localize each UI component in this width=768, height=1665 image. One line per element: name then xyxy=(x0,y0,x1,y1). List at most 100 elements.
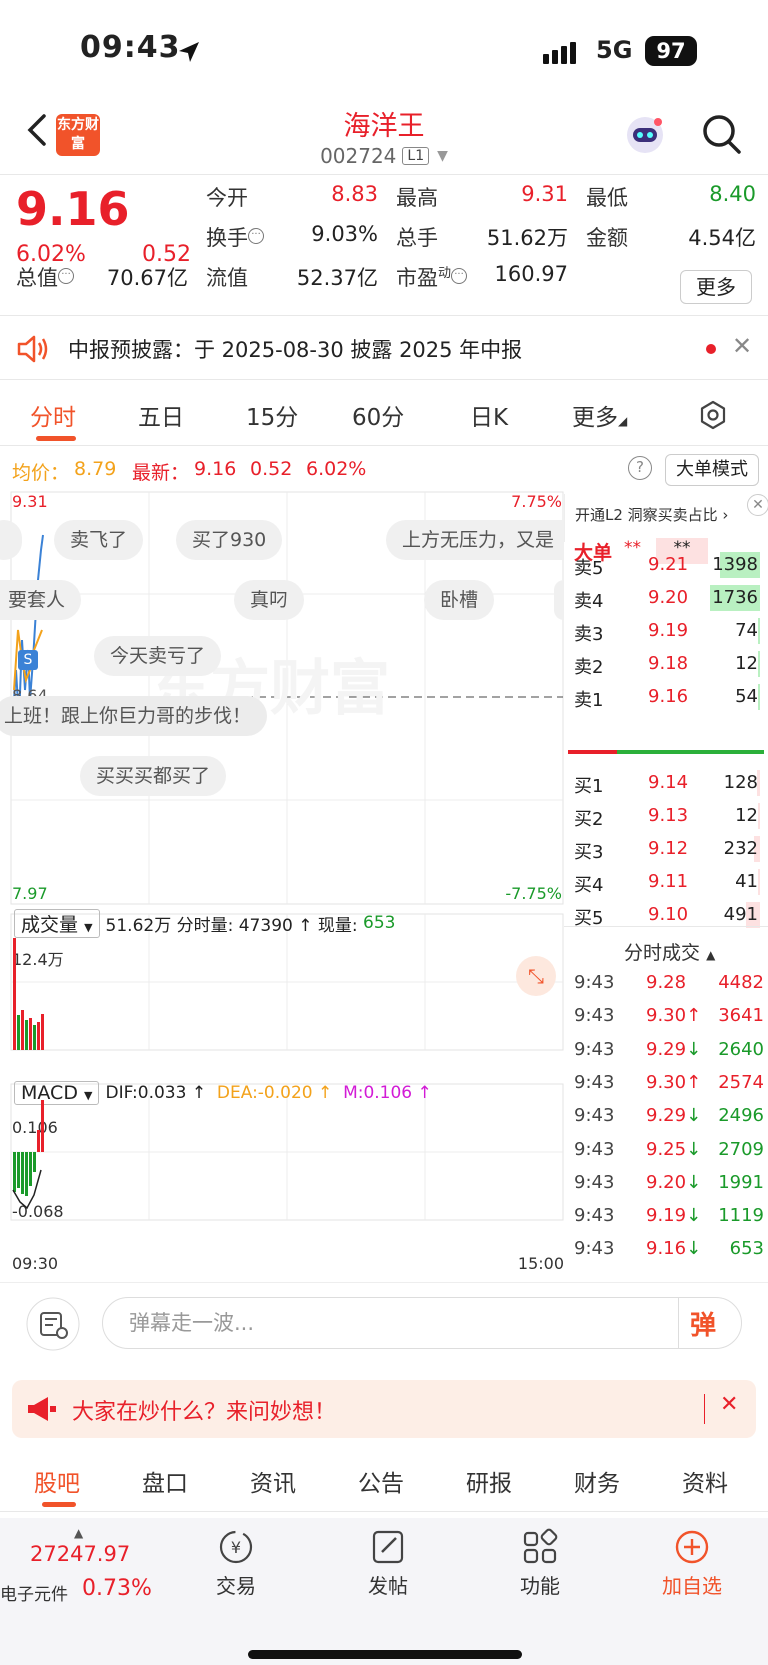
ask-volume: 54 xyxy=(735,686,758,707)
current-price: 9.16 xyxy=(16,182,130,236)
ask-price: 9.16 xyxy=(648,686,689,707)
close-icon[interactable]: ✕ xyxy=(720,1392,738,1417)
info-icon[interactable]: ··· xyxy=(58,268,74,284)
latest-change: 0.52 xyxy=(250,458,293,480)
close-icon[interactable]: ✕ xyxy=(732,332,752,360)
big-order-mode-button[interactable]: 大单模式 xyxy=(665,454,759,486)
info-icon[interactable]: ··· xyxy=(451,268,468,284)
float-label: 流值 xyxy=(206,266,248,290)
ask-row[interactable]: 卖1 9.16 54 xyxy=(564,682,764,712)
low-label: 最低 xyxy=(586,186,628,210)
trade-button[interactable]: ¥ 交易 xyxy=(186,1528,286,1599)
plus-circle-icon xyxy=(675,1530,709,1564)
high-label: 最高 xyxy=(396,186,438,210)
functions-button[interactable]: 功能 xyxy=(490,1528,590,1599)
add-watchlist-button[interactable]: 加自选 xyxy=(642,1528,742,1599)
trade-time: 9:43 xyxy=(574,972,615,993)
ask-row[interactable]: 卖3 9.19 74 xyxy=(564,616,764,646)
index-value[interactable]: 27247.97 xyxy=(30,1542,130,1566)
tab-news[interactable]: 资讯 xyxy=(250,1464,296,1498)
tab-guba[interactable]: 股吧 xyxy=(34,1464,80,1498)
trades-title[interactable]: 分时成交 ▲ xyxy=(624,938,715,965)
tab-60min[interactable]: 60分 xyxy=(352,398,404,432)
help-icon[interactable]: ? xyxy=(628,456,652,480)
bottom-nav: ▲ 27247.97 电子元件 0.73% ¥ 交易 发帖 功能 加自选 xyxy=(0,1518,768,1665)
ask-row[interactable]: 卖4 9.20 1736 xyxy=(564,583,764,613)
intraday-chart[interactable]: 东方财富 9.31 7.75% 8.64 7.97 -7.75% S 卖飞了 买… xyxy=(0,490,564,1275)
stock-code: 002724 xyxy=(320,144,397,168)
bid-row[interactable]: 买3 9.12 232 xyxy=(564,834,764,864)
battery-icon: 97 xyxy=(645,36,697,66)
trade-row: 9:43 9.30↑ 3641 xyxy=(564,1005,768,1035)
ask-volume: 12 xyxy=(735,653,758,674)
tab-announcements[interactable]: 公告 xyxy=(358,1464,404,1498)
trade-volume: 2574 xyxy=(718,1071,764,1093)
trade-time: 9:43 xyxy=(574,1238,615,1260)
tab-5day[interactable]: 五日 xyxy=(138,398,184,432)
price-summary-line: 均价： 8.79 最新： 9.16 0.52 6.02% ? 大单模式 xyxy=(0,454,768,490)
yuan-exchange-icon: ¥ xyxy=(219,1530,253,1564)
volume-value: 51.62万 xyxy=(486,226,568,250)
trade-label: 交易 xyxy=(216,1574,256,1598)
tab-research[interactable]: 研报 xyxy=(466,1464,512,1498)
post-label: 发帖 xyxy=(368,1574,408,1598)
bid-row[interactable]: 买2 9.13 12 xyxy=(564,801,764,831)
caret-icon: ◢ xyxy=(618,414,628,428)
more-quote-button[interactable]: 更多 xyxy=(680,270,752,304)
trade-row: 9:43 9.28 4482 xyxy=(564,972,768,1002)
turnover-label: 换手 ··· xyxy=(206,222,264,252)
ai-promo-banner[interactable]: 大家在炒什么？来问妙想！ ✕ xyxy=(12,1380,756,1438)
info-icon[interactable]: ··· xyxy=(248,228,264,244)
danmu-settings-icon[interactable] xyxy=(26,1297,80,1351)
trade-price: 9.29↓ xyxy=(646,1038,702,1060)
bid-row[interactable]: 买4 9.11 41 xyxy=(564,867,764,897)
tab-daily-k[interactable]: 日K xyxy=(470,398,508,432)
ask-volume: 74 xyxy=(735,620,758,641)
bid-price: 9.14 xyxy=(648,772,689,793)
tab-intraday[interactable]: 分时 xyxy=(30,398,76,432)
tab-15min[interactable]: 15分 xyxy=(246,398,298,432)
ask-price: 9.18 xyxy=(648,653,689,674)
trade-volume: 653 xyxy=(729,1238,764,1260)
tab-profile[interactable]: 资料 xyxy=(682,1464,728,1498)
l2-promo[interactable]: 开通L2 洞察买卖占比 › ✕ xyxy=(564,494,768,542)
trade-row: 9:43 9.16↓ 653 xyxy=(564,1238,768,1268)
ask-row[interactable]: 卖5 9.21 1398 xyxy=(564,550,764,580)
trade-price: 9.19↓ xyxy=(646,1205,702,1227)
notice-text: 中报预披露：于 2025-08-30 披露 2025 年中报 xyxy=(68,338,523,362)
home-indicator xyxy=(248,1650,522,1659)
tab-more[interactable]: 更多◢ xyxy=(572,398,627,432)
amount-label: 金额 xyxy=(586,226,628,250)
open-value: 8.83 xyxy=(331,182,378,206)
post-button[interactable]: 发帖 xyxy=(338,1528,438,1599)
notice-bar[interactable]: 中报预披露：于 2025-08-30 披露 2025 年中报 ✕ xyxy=(0,318,768,380)
danmu-input[interactable]: 弹幕走一波... xyxy=(102,1297,742,1349)
functions-label: 功能 xyxy=(520,1574,560,1598)
trade-price: 9.20↓ xyxy=(646,1171,702,1193)
trade-row: 9:43 9.20↓ 1991 xyxy=(564,1172,768,1202)
latest-value: 9.16 xyxy=(194,458,237,480)
bid-row[interactable]: 买1 9.14 128 xyxy=(564,768,764,798)
tab-pankou[interactable]: 盘口 xyxy=(142,1464,188,1498)
robot-assistant-icon[interactable] xyxy=(622,112,668,158)
latest-label: 最新： xyxy=(132,462,190,484)
trade-volume: 4482 xyxy=(718,972,764,993)
ask-volume: 1398 xyxy=(712,554,758,575)
avg-value: 8.79 xyxy=(74,458,117,480)
close-icon[interactable]: ✕ xyxy=(747,494,768,516)
danmu-toggle-button[interactable]: 弹 xyxy=(690,1305,716,1342)
ask-row[interactable]: 卖2 9.18 12 xyxy=(564,649,764,679)
trade-volume: 2496 xyxy=(718,1105,764,1127)
watchlist-label: 加自选 xyxy=(662,1574,722,1598)
bid-volume: 12 xyxy=(735,805,758,826)
ask-level-label: 卖1 xyxy=(574,690,604,711)
chevron-down-icon: ▼ xyxy=(437,148,448,164)
search-icon[interactable] xyxy=(700,112,742,156)
bid-volume: 491 xyxy=(723,904,758,925)
tab-finance[interactable]: 财务 xyxy=(574,1464,620,1498)
stock-header: 东方财富 海洋王 002724 L1 ▼ xyxy=(0,100,768,175)
signal-icon xyxy=(543,42,576,64)
status-bar: 09:43 5G 97 xyxy=(0,0,768,100)
trade-time: 9:43 xyxy=(574,1105,615,1127)
gear-icon[interactable] xyxy=(698,400,728,430)
